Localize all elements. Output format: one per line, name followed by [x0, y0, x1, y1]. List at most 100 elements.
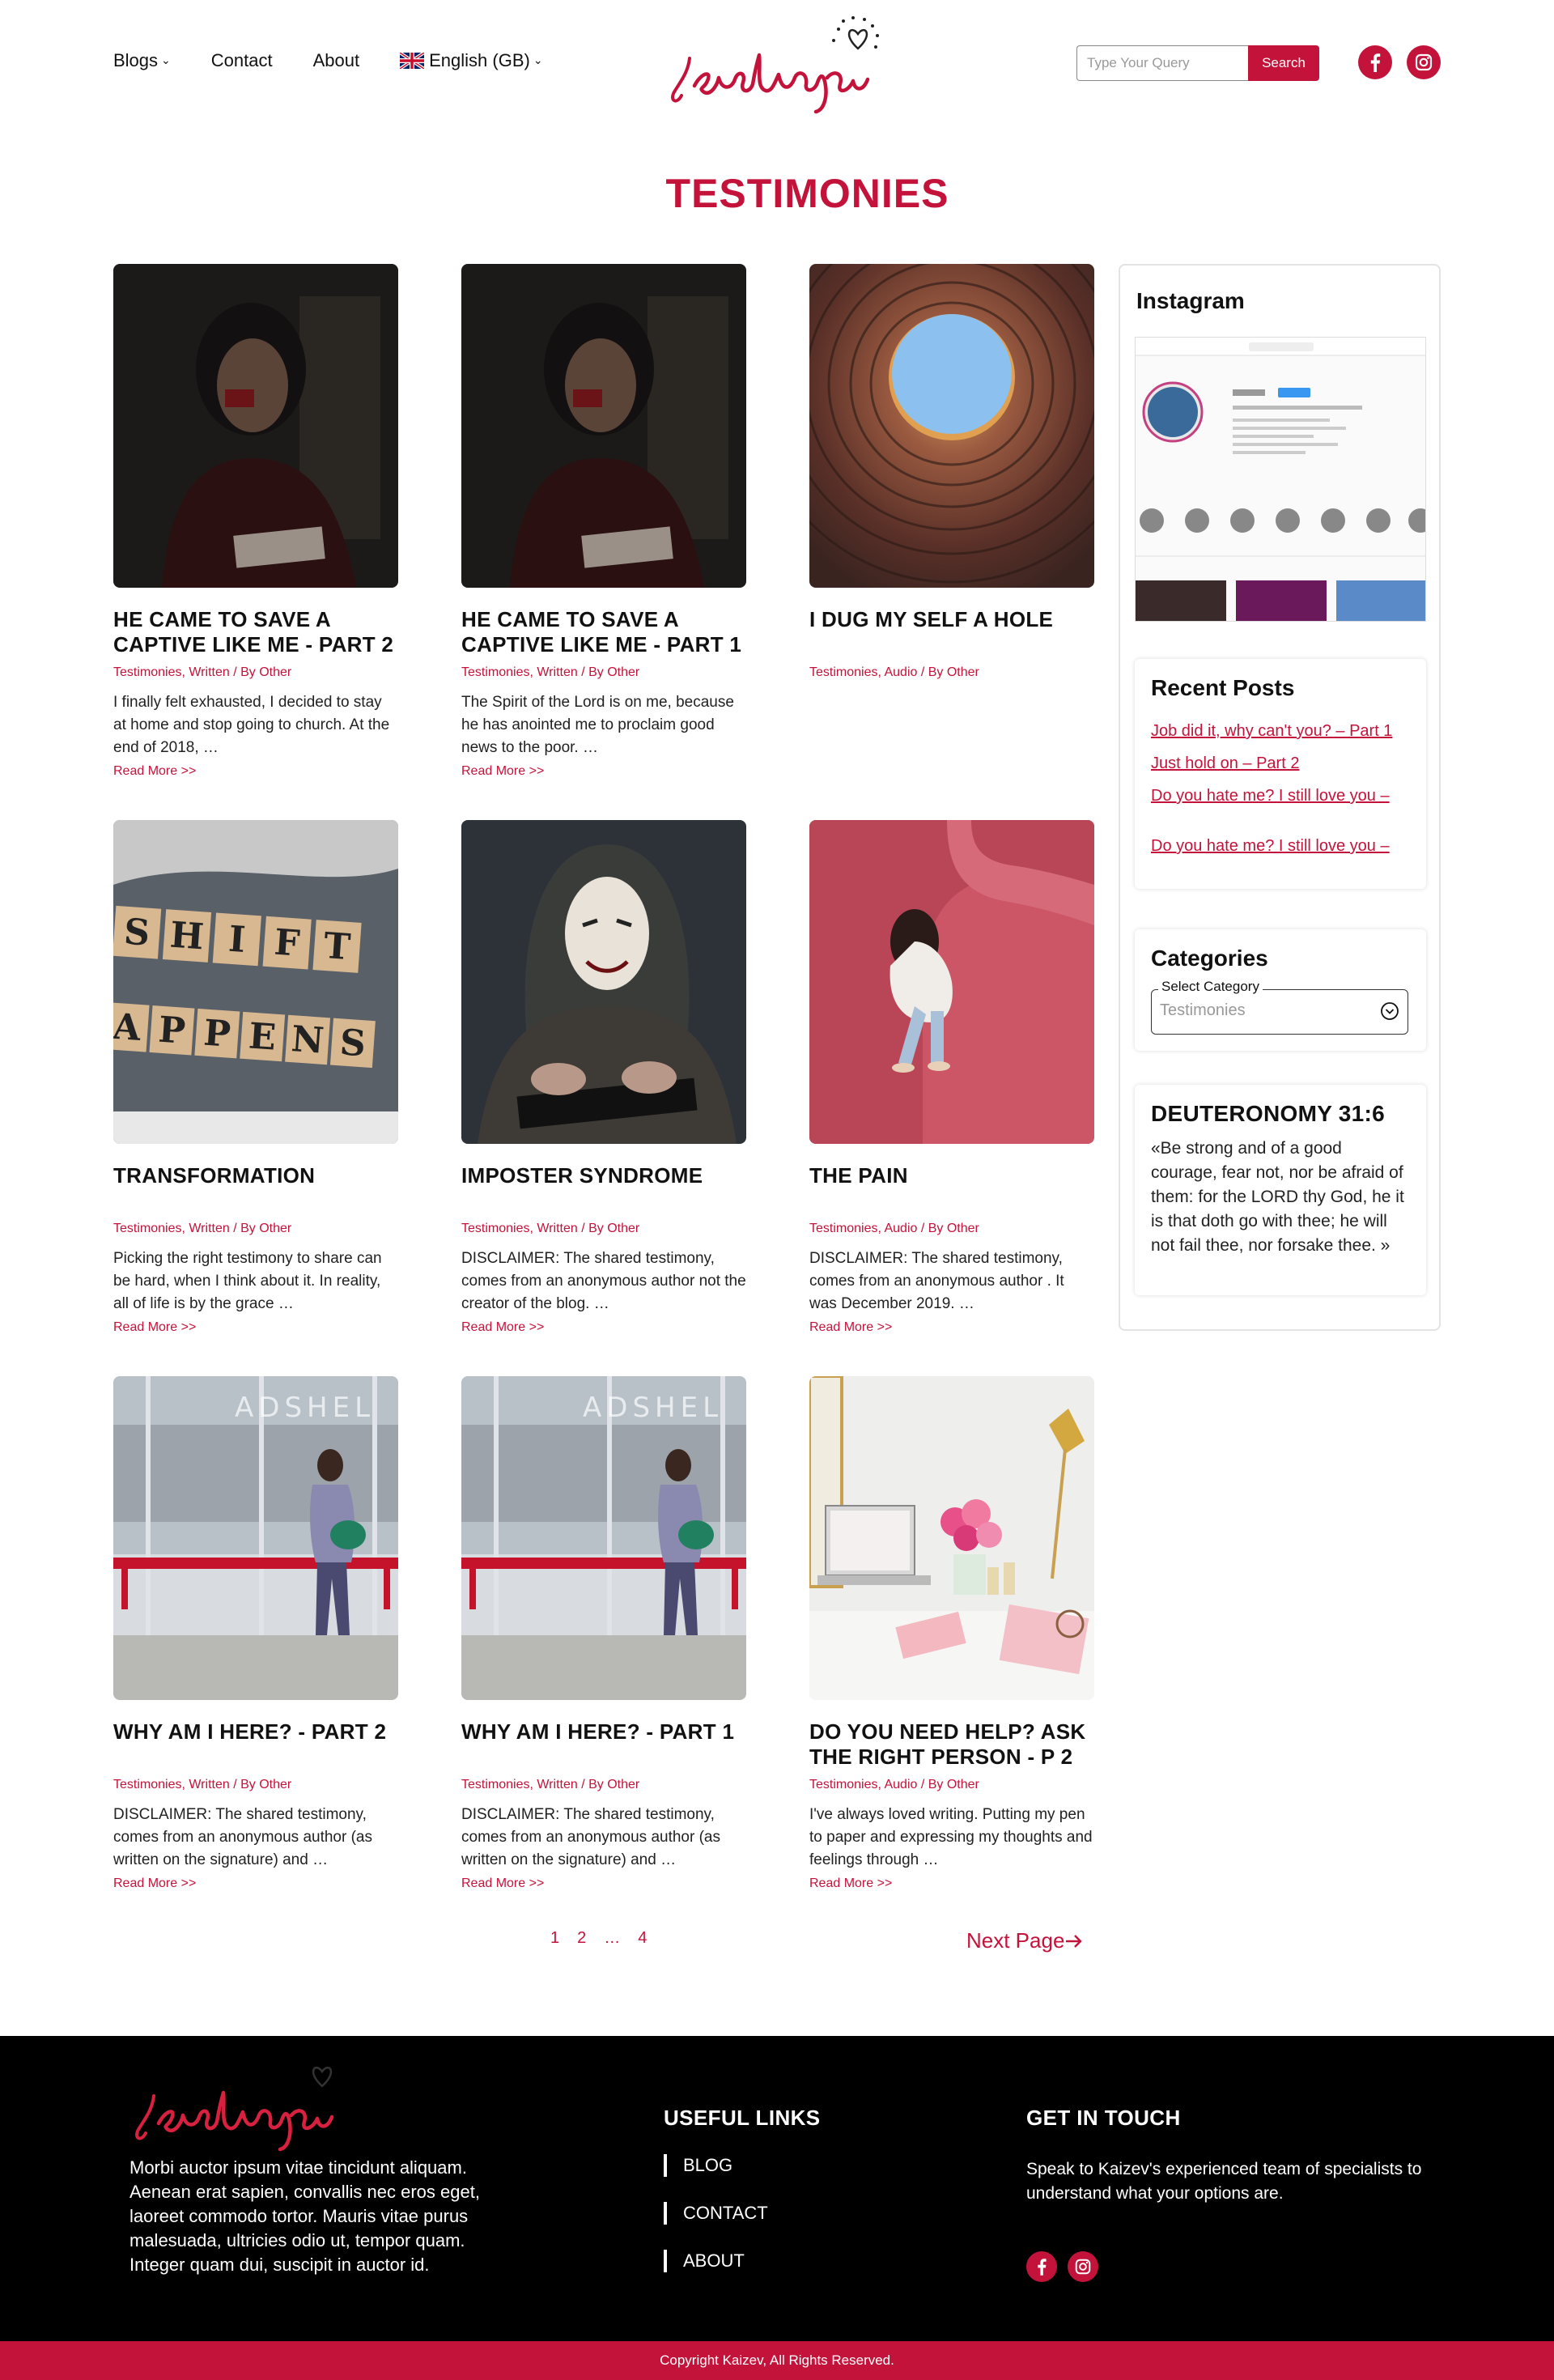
post-title[interactable]: WHY AM I HERE? - PART 1	[461, 1719, 746, 1770]
footer-logo[interactable]: jesuslovesyou	[130, 2051, 358, 2156]
post-meta[interactable]: Testimonies, Audio / By Other	[809, 1222, 1094, 1236]
page-link-2[interactable]: 2	[577, 1929, 586, 1948]
post-thumbnail[interactable]	[461, 264, 746, 588]
category-select-label: Select Category	[1158, 979, 1263, 995]
masked-hacker-image	[461, 820, 746, 1144]
post-meta[interactable]: Testimonies, Written / By Other	[113, 1778, 398, 1792]
svg-text:S: S	[122, 912, 151, 954]
page-title: TESTIMONIES	[665, 171, 949, 216]
sidebar: Instagram Recent Posts Job did it, why c…	[1119, 264, 1441, 1331]
uk-flag-icon	[400, 53, 425, 69]
post-card: I DUG MY SELF A HOLE Testimonies, Audio …	[809, 264, 1094, 691]
post-thumbnail[interactable]	[809, 264, 1094, 588]
search-input[interactable]	[1076, 45, 1248, 81]
category-select-value: Testimonies	[1160, 1001, 1246, 1019]
post-thumbnail[interactable]: ADSHEL	[461, 1376, 746, 1700]
recent-post-link[interactable]: Job did it, why can't you? – Part 1	[1151, 720, 1410, 742]
post-thumbnail[interactable]	[809, 1376, 1094, 1700]
svg-text:E: E	[248, 1015, 278, 1058]
post-thumbnail[interactable]	[461, 820, 746, 1144]
post-title[interactable]: I DUG MY SELF A HOLE	[809, 607, 1094, 657]
post-meta[interactable]: Testimonies, Audio / By Other	[809, 665, 1094, 680]
svg-text:S: S	[338, 1022, 367, 1065]
post-card: S H I F T A P P E N S TRANSFORMATION Tes…	[113, 820, 398, 1335]
recent-post-link[interactable]: Just hold on – Part 2	[1151, 753, 1410, 774]
post-excerpt: DISCLAIMER: The shared testimony, comes …	[461, 1806, 720, 1868]
useful-links-heading: USEFUL LINKS	[664, 2106, 821, 2130]
footer-facebook-button[interactable]	[1026, 2251, 1057, 2282]
svg-text:N: N	[290, 1018, 325, 1062]
post-card: HE CAME TO SAVE A CAPTIVE LIKE ME - PART…	[113, 264, 398, 779]
read-more-link[interactable]: Read More >>	[113, 764, 398, 779]
instagram-button[interactable]	[1407, 45, 1441, 79]
post-meta[interactable]: Testimonies, Audio / By Other	[809, 1778, 1094, 1792]
read-more-link[interactable]: Read More >>	[461, 764, 746, 779]
post-thumbnail[interactable]: S H I F T A P P E N S	[113, 820, 398, 1144]
read-more-link[interactable]: Read More >>	[113, 1876, 398, 1891]
get-in-touch-heading: GET IN TOUCH	[1026, 2106, 1181, 2130]
footer-instagram-button[interactable]	[1068, 2251, 1098, 2282]
recent-post-link[interactable]: Do you hate me? I still love you –	[1151, 835, 1410, 856]
post-title[interactable]: HE CAME TO SAVE A CAPTIVE LIKE ME - PART…	[113, 607, 398, 657]
instagram-feed-image[interactable]	[1135, 337, 1426, 622]
language-label: English (GB)	[429, 50, 530, 70]
read-more-link[interactable]: Read More >>	[461, 1320, 746, 1335]
footer-link-about[interactable]: ABOUT	[664, 2250, 745, 2272]
post-meta[interactable]: Testimonies, Written / By Other	[113, 1222, 398, 1236]
next-page-link[interactable]: Next Page	[966, 1928, 1084, 1953]
svg-text:ADSHEL: ADSHEL	[583, 1392, 723, 1424]
post-title[interactable]: IMPOSTER SYNDROME	[461, 1163, 746, 1213]
post-title[interactable]: DO YOU NEED HELP? ASK THE RIGHT PERSON -…	[809, 1719, 1094, 1770]
post-excerpt: I've always loved writing. Putting my pe…	[809, 1806, 1093, 1868]
post-meta[interactable]: Testimonies, Written / By Other	[461, 1778, 746, 1792]
search-form: Search	[1076, 45, 1319, 81]
post-thumbnail[interactable]	[113, 264, 398, 588]
nav-about[interactable]: About	[313, 50, 360, 71]
post-title[interactable]: HE CAME TO SAVE A CAPTIVE LIKE ME - PART…	[461, 607, 746, 657]
brick-well-image	[809, 264, 1094, 588]
post-title[interactable]: THE PAIN	[809, 1163, 1094, 1213]
page-link-4[interactable]: 4	[638, 1929, 647, 1948]
chevron-down-circle-icon	[1381, 1002, 1399, 1020]
get-in-touch-text: Speak to Kaizev's experienced team of sp…	[1026, 2160, 1422, 2203]
page-link-1[interactable]: 1	[550, 1929, 559, 1948]
footer-link-blog[interactable]: BLOG	[664, 2154, 732, 2177]
post-meta[interactable]: Testimonies, Written / By Other	[113, 665, 398, 680]
post-excerpt: The Spirit of the Lord is on me, because…	[461, 694, 734, 756]
post-meta[interactable]: Testimonies, Written / By Other	[461, 665, 746, 680]
bus-stop-woman-image: ADSHEL	[461, 1376, 746, 1700]
post-excerpt: I finally felt exhausted, I decided to s…	[113, 694, 390, 756]
post-title[interactable]: TRANSFORMATION	[113, 1163, 398, 1213]
language-selector[interactable]: English (GB) ⌄	[400, 50, 543, 71]
post-title[interactable]: WHY AM I HERE? - PART 2	[113, 1719, 398, 1770]
recent-post-link[interactable]: Do you hate me? I still love you –	[1151, 785, 1410, 806]
sad-woman-image	[809, 820, 1094, 1144]
nav-blogs[interactable]: Blogs ⌄	[113, 50, 171, 71]
category-select[interactable]: Select Category Testimonies	[1151, 979, 1408, 1035]
svg-text:T: T	[322, 925, 351, 968]
copyright-bar: Copyright Kaizev, All Rights Reserved.	[0, 2341, 1554, 2380]
chevron-down-icon: ⌄	[533, 53, 543, 66]
read-more-link[interactable]: Read More >>	[113, 1320, 398, 1335]
read-more-link[interactable]: Read More >>	[809, 1320, 1094, 1335]
read-more-link[interactable]: Read More >>	[461, 1876, 746, 1891]
site-header: Blogs ⌄ Contact About English (GB) ⌄ jes…	[0, 0, 1554, 130]
arrow-right-icon	[1066, 1934, 1083, 1948]
site-footer: jesuslovesyou Morbi auctor ipsum vitae t…	[0, 2036, 1554, 2341]
footer-link-contact[interactable]: CONTACT	[664, 2202, 768, 2225]
post-thumbnail[interactable]	[809, 820, 1094, 1144]
svg-text:P: P	[157, 1009, 187, 1052]
site-logo[interactable]: jesuslovesyou	[665, 16, 892, 117]
post-card: THE PAIN Testimonies, Audio / By Other D…	[809, 820, 1094, 1335]
nav-contact[interactable]: Contact	[211, 50, 273, 71]
search-button[interactable]: Search	[1248, 45, 1319, 81]
post-excerpt: DISCLAIMER: The shared testimony, comes …	[461, 1250, 746, 1312]
post-card: ADSHEL WHY AM I HERE? - PART 1 Testimoni…	[461, 1376, 746, 1891]
facebook-button[interactable]	[1358, 45, 1392, 79]
instagram-icon	[1075, 2259, 1091, 2275]
chevron-down-icon: ⌄	[161, 53, 171, 66]
post-thumbnail[interactable]: ADSHEL	[113, 1376, 398, 1700]
post-excerpt: Picking the right testimony to share can…	[113, 1250, 382, 1312]
read-more-link[interactable]: Read More >>	[809, 1876, 1094, 1891]
post-meta[interactable]: Testimonies, Written / By Other	[461, 1222, 746, 1236]
